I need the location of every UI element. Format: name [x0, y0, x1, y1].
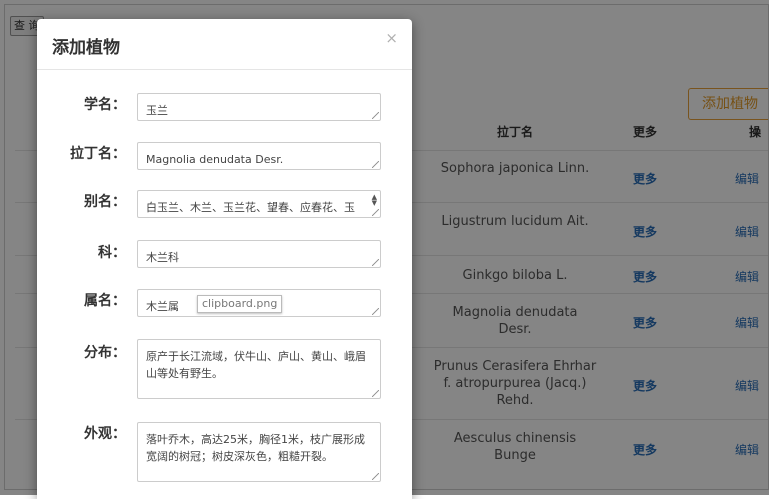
alias-value: 白玉兰、木兰、玉兰花、望春、应春花、玉堂春、迎春 [146, 201, 355, 214]
family-input[interactable]: 木兰科 [137, 240, 381, 268]
alias-label: 别名： [84, 194, 126, 210]
close-icon[interactable]: × [385, 29, 398, 47]
distribution-label: 分布： [84, 345, 126, 361]
add-plant-modal: 添加植物 × 学名： 玉兰 拉丁名： Magnolia denudata Des… [37, 19, 412, 499]
resize-handle-icon[interactable] [372, 473, 379, 480]
alias-input[interactable]: 白玉兰、木兰、玉兰花、望春、应春花、玉堂春、迎春 ▲▼ [137, 190, 381, 218]
distribution-value: 原产于长江流域，伏牛山、庐山、黄山、峨眉山等处有野生。 [146, 350, 366, 380]
appearance-label: 外观： [84, 426, 126, 442]
modal-title: 添加植物 [52, 38, 120, 58]
latin-name-label: 拉丁名： [70, 146, 126, 162]
resize-handle-icon[interactable] [372, 390, 379, 397]
resize-handle-icon[interactable] [372, 161, 379, 168]
latin-name-input[interactable]: Magnolia denudata Desr. [137, 142, 381, 170]
resize-handle-icon[interactable] [372, 308, 379, 315]
family-value: 木兰科 [146, 251, 179, 264]
latin-name-value: Magnolia denudata Desr. [146, 153, 284, 166]
sci-name-label: 学名： [84, 97, 126, 113]
resize-handle-icon[interactable] [372, 209, 379, 216]
genus-label: 属名： [84, 293, 126, 309]
modal-header: 添加植物 × [37, 19, 412, 70]
resize-handle-icon[interactable] [372, 259, 379, 266]
sci-name-value: 玉兰 [146, 104, 168, 117]
distribution-textarea[interactable]: 原产于长江流域，伏牛山、庐山、黄山、峨眉山等处有野生。 [137, 339, 381, 399]
resize-handle-icon[interactable] [372, 112, 379, 119]
appearance-value: 落叶乔木，高达25米，胸径1米，枝广展形成宽阔的树冠；树皮深灰色，粗糙开裂。 [146, 433, 365, 463]
filename-tooltip: clipboard.png [197, 295, 283, 313]
sci-name-input[interactable]: 玉兰 [137, 93, 381, 121]
appearance-textarea[interactable]: 落叶乔木，高达25米，胸径1米，枝广展形成宽阔的树冠；树皮深灰色，粗糙开裂。 [137, 422, 381, 482]
family-label: 科： [98, 245, 126, 261]
scroll-arrows-icon[interactable]: ▲ ▼ [372, 194, 377, 207]
genus-value: 木兰属 [146, 300, 179, 313]
